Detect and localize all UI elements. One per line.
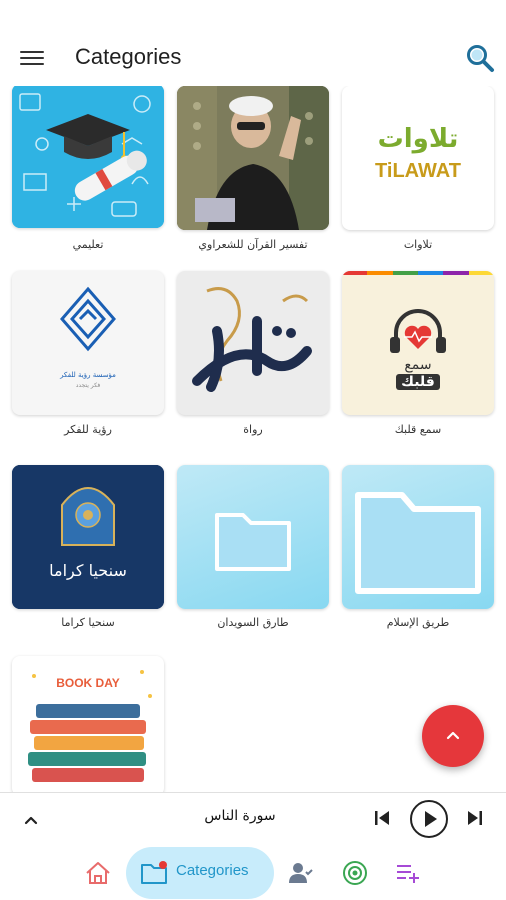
category-label: تعليمي <box>72 238 104 251</box>
suwaidan-thumbnail <box>177 465 329 609</box>
sama-logo-line2: قلبك <box>396 374 440 390</box>
category-label: تلاوات <box>403 238 433 251</box>
category-card-suwaidan[interactable] <box>177 465 329 609</box>
radio-target-icon <box>343 861 367 885</box>
page-title: Categories <box>75 44 182 69</box>
expand-player-button[interactable] <box>20 809 42 831</box>
ruya-logo-text: مؤسسة رؤية للفكر <box>60 371 116 379</box>
book-day-thumbnail: BOOK DAY <box>12 656 164 792</box>
ruwat-calligraphy-icon <box>192 287 312 392</box>
category-card-sanhya[interactable]: سنحيا كراما <box>12 465 164 609</box>
search-icon[interactable] <box>464 42 496 74</box>
nav-categories[interactable]: Categories <box>126 847 274 899</box>
menu-icon[interactable] <box>20 47 44 69</box>
playlist-add-icon <box>397 865 419 883</box>
book-day-banner: BOOK DAY <box>56 676 120 690</box>
ruya-logo-icon <box>60 286 116 352</box>
skip-previous-icon <box>375 811 389 825</box>
nav-home[interactable] <box>84 860 112 890</box>
category-card-sama[interactable]: سمع قلبك <box>342 271 494 415</box>
category-card-ruya[interactable]: مؤسسة رؤية للفكر فكر يتجدد <box>12 271 164 415</box>
category-card-islamway[interactable] <box>342 465 494 609</box>
folder-icon <box>215 513 291 571</box>
home-icon <box>86 862 110 884</box>
category-label: طريق الإسلام <box>386 616 450 629</box>
track-title: سورة الناس <box>204 808 276 824</box>
folder-icon <box>355 492 481 594</box>
sama-thumbnail: سمع قلبك <box>342 271 494 415</box>
nav-categories-label: Categories <box>176 862 249 879</box>
category-card-shaarawy[interactable] <box>177 86 329 230</box>
next-button[interactable] <box>465 808 485 832</box>
chevron-up-icon <box>24 816 38 825</box>
mini-player: سورة الناس <box>0 792 506 844</box>
folder-icon <box>141 861 167 884</box>
category-label: سنحيا كراما <box>61 616 115 629</box>
sama-logo-line1: سمع <box>404 357 432 373</box>
category-label: تفسير القرآن للشعراوي <box>198 238 308 251</box>
color-stripe <box>342 271 494 275</box>
category-label: رؤية للفكر <box>64 423 112 436</box>
ruya-logo-sub: فكر يتجدد <box>75 382 101 389</box>
category-card-book-day[interactable]: BOOK DAY <box>12 656 164 792</box>
tilawat-logo-en: TiLAWAT <box>375 160 461 182</box>
mosque-window-icon <box>12 465 164 609</box>
headphones-heart-icon <box>390 309 446 353</box>
nav-profile[interactable] <box>288 860 314 890</box>
play-icon <box>410 800 448 838</box>
category-label: رواة <box>243 423 263 436</box>
category-label: طارق السويدان <box>217 616 289 629</box>
nav-live[interactable] <box>342 860 368 890</box>
category-grid: تعليمي تفسير القرآن للشعراوي تلاوات TiLA… <box>0 86 506 792</box>
ruwat-thumbnail <box>177 271 329 415</box>
chevron-up-icon <box>446 731 460 740</box>
skip-next-icon <box>468 811 482 825</box>
category-card-tilawat[interactable]: تلاوات TiLAWAT <box>342 86 494 230</box>
islamway-thumbnail <box>342 465 494 609</box>
app-bar: Categories <box>0 30 506 86</box>
bottom-navigation: Categories <box>0 844 506 900</box>
sanhya-logo-text: سنحيا كراما <box>49 561 127 580</box>
tilawat-logo-ar: تلاوات <box>377 124 459 154</box>
scroll-top-button[interactable] <box>422 705 484 767</box>
sanhya-thumbnail: سنحيا كراما <box>12 465 164 609</box>
user-icon <box>289 863 313 883</box>
play-button[interactable] <box>409 799 449 843</box>
education-thumbnail <box>12 86 164 228</box>
tilawat-thumbnail: تلاوات TiLAWAT <box>342 86 494 230</box>
nav-playlist[interactable] <box>395 860 421 890</box>
category-card-education[interactable] <box>12 86 164 228</box>
ruya-thumbnail: مؤسسة رؤية للفكر فكر يتجدد <box>12 271 164 415</box>
category-label: سمع قلبك <box>394 423 442 436</box>
shaarawy-thumbnail <box>177 86 329 230</box>
category-card-ruwat[interactable] <box>177 271 329 415</box>
previous-button[interactable] <box>372 808 392 832</box>
